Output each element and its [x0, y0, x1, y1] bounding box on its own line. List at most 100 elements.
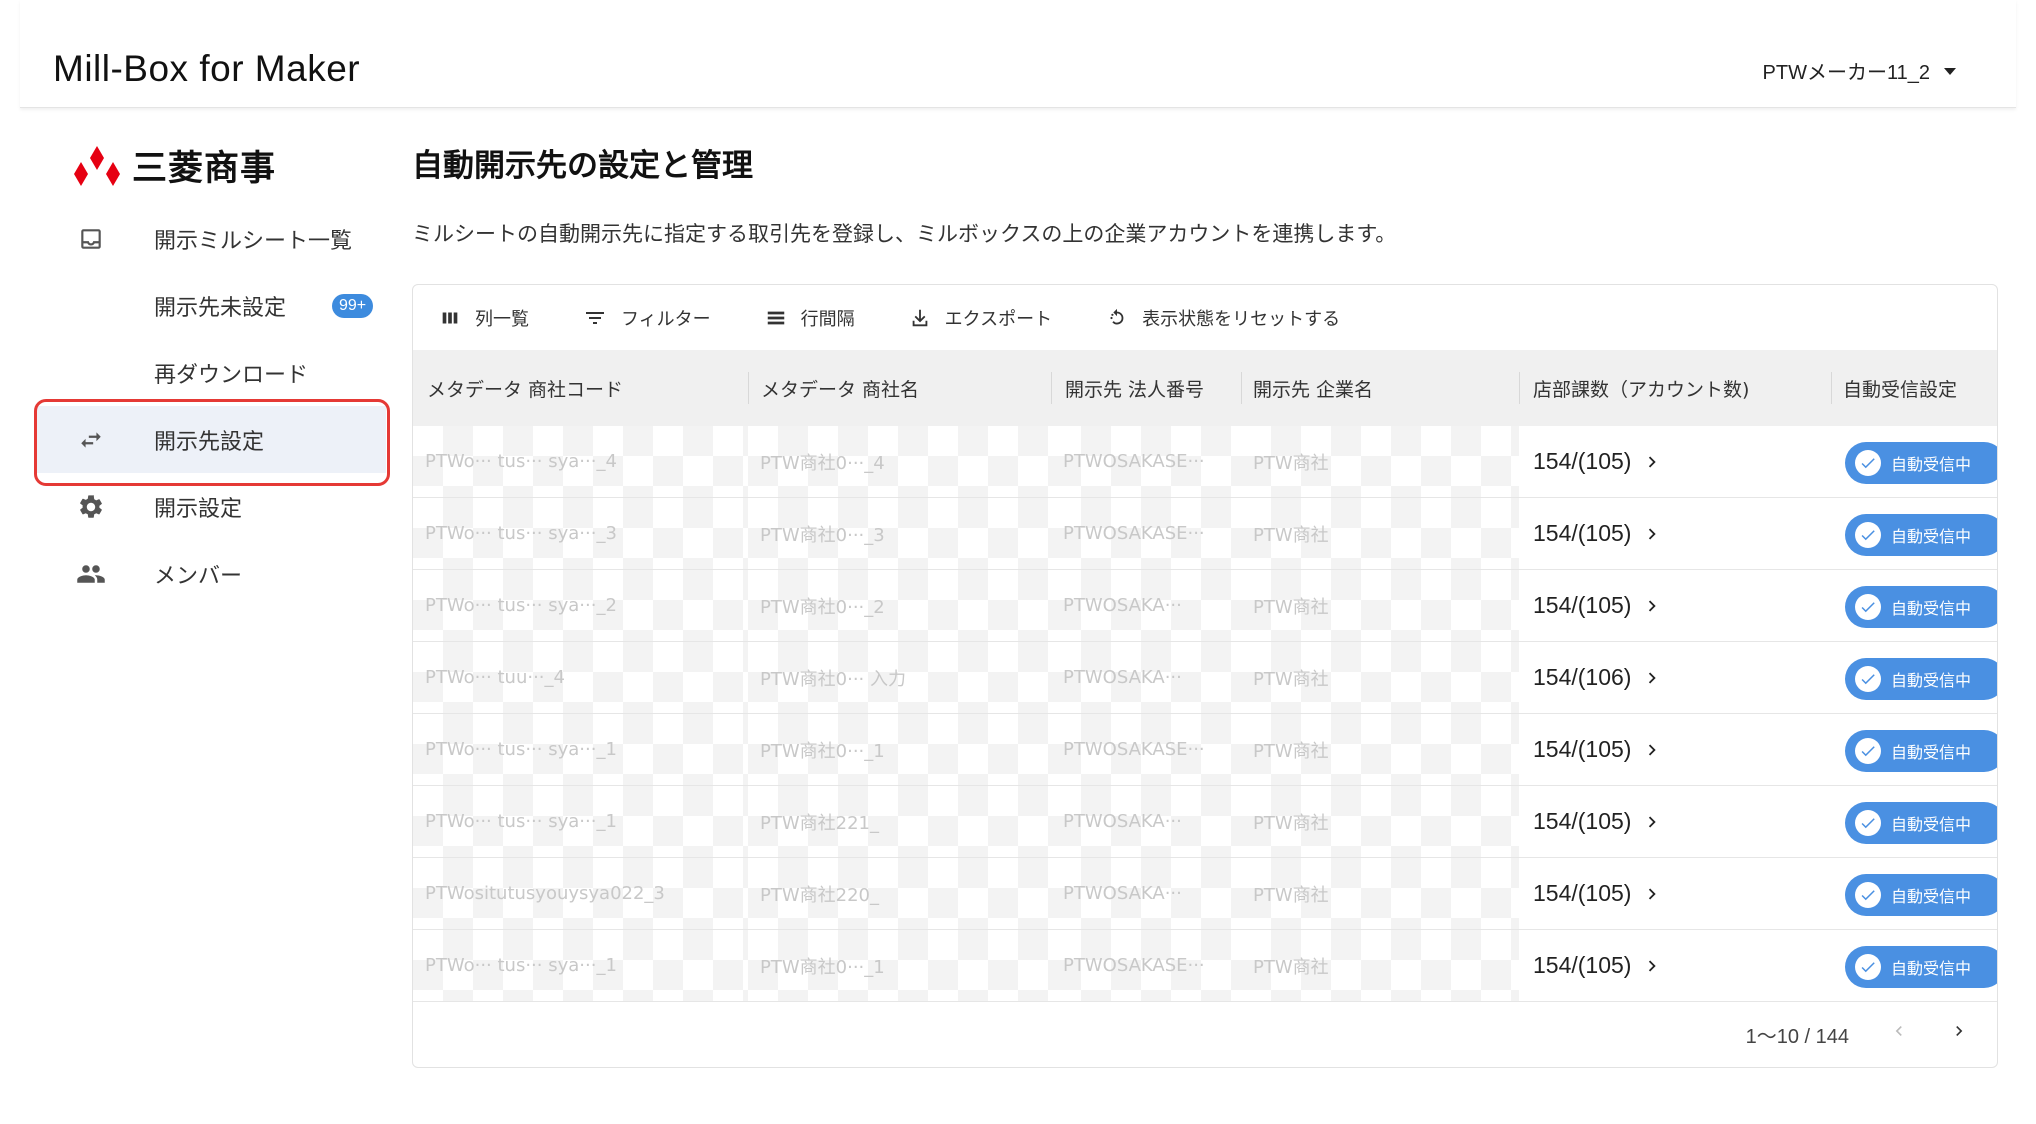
column-header-trading-name[interactable]: メタデータ 商社名	[761, 350, 919, 426]
department-count-link[interactable]: 154/(105)	[1533, 714, 1663, 785]
cell-trading-code: PTWo··· tus··· sya···_4	[413, 426, 748, 497]
department-count-link[interactable]: 154/(105)	[1533, 426, 1663, 497]
column-header-corporate-number[interactable]: 開示先 法人番号	[1065, 350, 1204, 426]
density-button[interactable]: 行間隔	[765, 305, 855, 331]
check-circle-icon	[1855, 738, 1881, 764]
cell-company-name: PTW商社	[1241, 498, 1519, 569]
column-header-trading-code[interactable]: メタデータ 商社コード	[427, 350, 623, 426]
auto-receive-status-button[interactable]: 自動受信中	[1845, 442, 1997, 484]
filter-icon	[586, 311, 604, 324]
table-row[interactable]: PTWo··· tuu···_4 PTW商社0··· 入力 PTWOSAKA··…	[413, 642, 1997, 714]
cell-corporate-number: PTWOSAKASE···	[1051, 930, 1241, 1001]
check-circle-icon	[1855, 594, 1881, 620]
auto-receive-status-button[interactable]: 自動受信中	[1845, 946, 1997, 988]
department-count: 154/(105)	[1533, 520, 1632, 546]
filter-button[interactable]: フィルター	[583, 305, 711, 331]
cell-trading-code: PTWo··· tus··· sya···_1	[413, 786, 748, 857]
cell-company-name: PTW商社	[1241, 858, 1519, 929]
export-label: エクスポート	[944, 308, 1053, 330]
auto-receive-status-button[interactable]: 自動受信中	[1845, 586, 1997, 628]
cell-corporate-number: PTWOSAKASE···	[1051, 426, 1241, 497]
sidebar-item-members[interactable]: メンバー	[36, 540, 386, 607]
auto-receive-status-label: 自動受信中	[1891, 599, 1972, 618]
count-badge: 99+	[332, 293, 374, 318]
auto-receive-status-label: 自動受信中	[1891, 887, 1972, 906]
column-separator[interactable]	[748, 372, 749, 404]
columns-label: 列一覧	[475, 308, 529, 330]
app-header: Mill-Box for Maker PTWメーカー11_2	[20, 0, 2016, 108]
cell-trading-code: PTWositutusyouysya022_3	[413, 858, 748, 929]
column-separator[interactable]	[1519, 372, 1520, 404]
table-row[interactable]: PTWo··· tus··· sya···_1 PTW商社0···_1 PTWO…	[413, 714, 1997, 786]
cell-company-name: PTW商社	[1241, 570, 1519, 641]
cell-trading-name: PTW商社0··· 入力	[748, 642, 1051, 713]
cell-trading-name: PTW商社221_	[748, 786, 1051, 857]
export-button[interactable]: エクスポート	[909, 305, 1052, 331]
sidebar-nav: 開示ミルシート一覧 開示先未設定 99+ 再ダウンロード 開示先設定 開示設定 …	[34, 205, 390, 607]
auto-receive-status-button[interactable]: 自動受信中	[1845, 514, 1997, 556]
cell-company-name: PTW商社	[1241, 930, 1519, 1001]
columns-icon	[442, 312, 458, 323]
auto-receive-status-label: 自動受信中	[1891, 959, 1972, 978]
column-separator[interactable]	[1051, 372, 1052, 404]
sidebar-item-destination-settings[interactable]: 開示先設定	[34, 399, 390, 486]
table-row[interactable]: PTWositutusyouysya022_3 PTW商社220_ PTWOSA…	[413, 858, 1997, 930]
department-count-link[interactable]: 154/(106)	[1533, 642, 1663, 713]
pagination: 1〜10 / 144	[1746, 1001, 1969, 1067]
sidebar-item-label: メンバー	[154, 563, 243, 589]
swap-arrows-icon	[76, 425, 106, 455]
sidebar-item-label: 開示設定	[154, 496, 243, 522]
department-count-link[interactable]: 154/(105)	[1533, 930, 1663, 1001]
table-row[interactable]: PTWo··· tus··· sya···_1 PTW商社221_ PTWOSA…	[413, 786, 1997, 858]
cell-trading-name: PTW商社0···_1	[748, 714, 1051, 785]
next-page-icon[interactable]	[1949, 1021, 1969, 1047]
sidebar-item-redownload[interactable]: 再ダウンロード	[36, 339, 386, 406]
table-row[interactable]: PTWo··· tus··· sya···_1 PTW商社0···_1 PTWO…	[413, 930, 1997, 1002]
department-count: 154/(105)	[1533, 880, 1632, 906]
cell-trading-code: PTWo··· tus··· sya···_1	[413, 930, 748, 1001]
sidebar-item-unset-destination[interactable]: 開示先未設定 99+	[36, 272, 386, 339]
cell-corporate-number: PTWOSAKA···	[1051, 786, 1241, 857]
filter-label: フィルター	[621, 308, 711, 330]
auto-receive-status-button[interactable]: 自動受信中	[1845, 802, 1997, 844]
auto-receive-status-label: 自動受信中	[1891, 815, 1972, 834]
cell-trading-name: PTW商社220_	[748, 858, 1051, 929]
columns-button[interactable]: 列一覧	[439, 305, 529, 331]
column-header-auto-receive[interactable]: 自動受信設定	[1843, 350, 1957, 426]
download-icon	[912, 309, 927, 326]
check-circle-icon	[1855, 954, 1881, 980]
table-row[interactable]: PTWo··· tus··· sya···_2 PTW商社0···_2 PTWO…	[413, 570, 1997, 642]
department-count: 154/(105)	[1533, 448, 1632, 474]
table-row[interactable]: PTWo··· tus··· sya···_4 PTW商社0···_4 PTWO…	[413, 426, 1997, 498]
reset-view-button[interactable]: 表示状態をリセットする	[1106, 305, 1340, 331]
company-logo: 三菱商事	[74, 140, 276, 191]
account-menu[interactable]: PTWメーカー11_2	[1763, 56, 1956, 85]
sidebar-item-mill-sheet-list[interactable]: 開示ミルシート一覧	[36, 205, 386, 272]
check-circle-icon	[1855, 666, 1881, 692]
department-count-link[interactable]: 154/(105)	[1533, 786, 1663, 857]
department-count: 154/(106)	[1533, 664, 1632, 690]
department-count-link[interactable]: 154/(105)	[1533, 498, 1663, 569]
chevron-right-icon	[1649, 888, 1657, 899]
inbox-icon	[76, 224, 106, 254]
auto-receive-status-button[interactable]: 自動受信中	[1845, 730, 1997, 772]
department-count-link[interactable]: 154/(105)	[1533, 858, 1663, 929]
department-count: 154/(105)	[1533, 736, 1632, 762]
logo-text: 三菱商事	[132, 149, 277, 189]
sidebar-item-disclosure-settings[interactable]: 開示設定	[36, 473, 386, 540]
column-separator[interactable]	[1831, 372, 1832, 404]
reset-icon	[1110, 308, 1124, 324]
auto-receive-status-label: 自動受信中	[1891, 743, 1972, 762]
auto-receive-status-label: 自動受信中	[1891, 671, 1972, 690]
auto-receive-status-button[interactable]: 自動受信中	[1845, 874, 1997, 916]
column-separator[interactable]	[1241, 372, 1242, 404]
check-circle-icon	[1855, 522, 1881, 548]
auto-receive-status-button[interactable]: 自動受信中	[1845, 658, 1997, 700]
sidebar-item-label: 開示ミルシート一覧	[154, 228, 353, 254]
column-header-department-count[interactable]: 店部課数（アカウント数)	[1533, 350, 1749, 426]
cell-trading-name: PTW商社0···_4	[748, 426, 1051, 497]
table-row[interactable]: PTWo··· tus··· sya···_3 PTW商社0···_3 PTWO…	[413, 498, 1997, 570]
department-count-link[interactable]: 154/(105)	[1533, 570, 1663, 641]
column-header-company-name[interactable]: 開示先 企業名	[1253, 350, 1373, 426]
prev-page-icon[interactable]	[1889, 1021, 1909, 1047]
